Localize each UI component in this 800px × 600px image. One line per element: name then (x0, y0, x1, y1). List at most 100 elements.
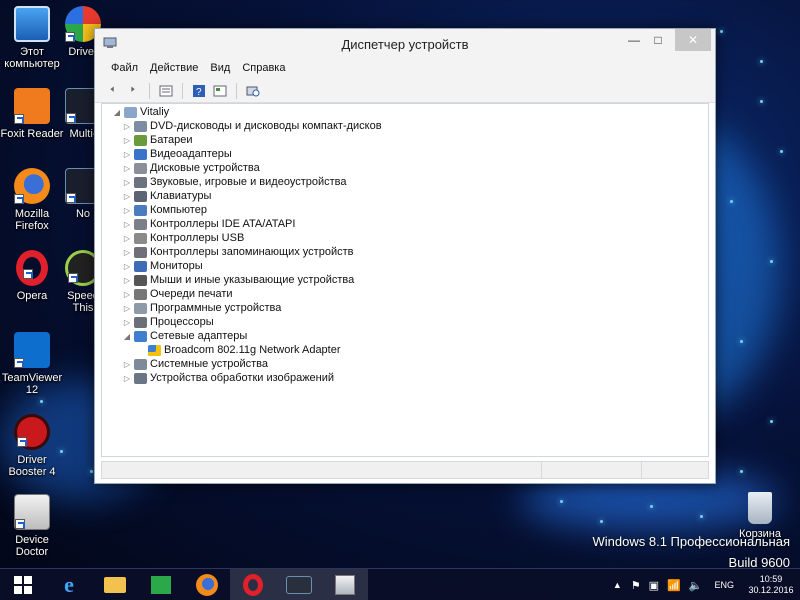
expand-arrow-icon[interactable]: ▷ (122, 136, 132, 145)
expand-arrow-icon[interactable]: ▷ (122, 178, 132, 187)
expand-arrow-icon[interactable]: ▷ (122, 304, 132, 313)
scan-hardware-icon[interactable] (244, 82, 262, 100)
svg-text:?: ? (196, 87, 202, 98)
device-category-icon (134, 372, 147, 384)
menu-view[interactable]: Вид (204, 59, 236, 79)
expand-arrow-icon[interactable]: ▷ (122, 360, 132, 369)
tree-category[interactable]: ▷ Дисковые устройства (102, 161, 708, 175)
sparkle (770, 260, 773, 263)
device-category-icon (134, 148, 147, 160)
refresh-icon[interactable] (211, 82, 229, 100)
tree-item-label: Системные устройства (150, 358, 269, 370)
menu-action[interactable]: Действие (144, 59, 204, 79)
tree-root[interactable]: ◢ Vitaliy (102, 105, 708, 119)
tree-item-label: Видеоадаптеры (150, 148, 232, 160)
tree-category[interactable]: ▷ Звуковые, игровые и видеоустройства (102, 175, 708, 189)
toolbar-separator (182, 82, 183, 99)
close-button[interactable]: ✕ (675, 29, 711, 51)
action-center-flag-icon[interactable]: ⚑ (627, 579, 645, 592)
tree-category[interactable]: ▷ Программные устройства (102, 301, 708, 315)
tree-item-label: Контроллеры IDE ATA/ATAPI (150, 218, 296, 230)
tree-category[interactable]: ▷ Контроллеры запоминающих устройств (102, 245, 708, 259)
expand-arrow-icon[interactable]: ▷ (122, 374, 132, 383)
taskbar-nox[interactable] (276, 568, 322, 600)
sparkle (720, 30, 723, 33)
desktop-icon-driver-booster[interactable]: Driver Booster 4 (0, 414, 64, 478)
sparkle (560, 500, 563, 503)
desktop-icon-foxit[interactable]: Foxit Reader (0, 88, 64, 140)
network-icon[interactable]: 📶 (663, 579, 685, 592)
tree-category[interactable]: ▷ Системные устройства (102, 357, 708, 371)
desktop-icon-firefox[interactable]: Mozilla Firefox (0, 168, 64, 232)
tree-category[interactable]: ▷ Батареи (102, 133, 708, 147)
expand-arrow-icon[interactable]: ▷ (122, 248, 132, 257)
forward-icon[interactable]: 🢒 (124, 82, 142, 100)
input-language[interactable]: ENG (706, 580, 742, 590)
show-hidden-icons-icon[interactable]: ▲ (608, 580, 627, 590)
tree-item-label: Контроллеры USB (150, 232, 245, 244)
expand-arrow-icon[interactable]: ▷ (122, 262, 132, 271)
window-titlebar[interactable]: Диспетчер устройств — □ ✕ (95, 29, 715, 59)
tree-category[interactable]: ▷ Мониторы (102, 259, 708, 273)
taskbar: e ▲ ⚑ ▣ 📶 🔈 ENG 10:59 30.12.2016 (0, 568, 800, 600)
start-button[interactable] (0, 569, 46, 600)
maximize-button[interactable]: □ (643, 29, 673, 51)
taskbar-file-explorer[interactable] (92, 569, 138, 600)
expand-arrow-icon[interactable]: ▷ (122, 164, 132, 173)
taskbar-internet-explorer[interactable]: e (46, 569, 92, 600)
opera-icon (243, 573, 263, 596)
expand-arrow-icon[interactable]: ▷ (122, 290, 132, 299)
expand-arrow-icon[interactable]: ▷ (122, 122, 132, 131)
desktop-icon-recycle-bin[interactable]: Корзина (728, 492, 792, 540)
expand-arrow-icon[interactable]: ▷ (122, 150, 132, 159)
device-category-icon (134, 358, 147, 370)
os-watermark: Windows 8.1 Профессиональная Build 9600 (593, 534, 790, 570)
expand-arrow-icon[interactable]: ▷ (122, 234, 132, 243)
menu-help[interactable]: Справка (236, 59, 291, 79)
taskbar-firefox[interactable] (184, 569, 230, 600)
desktop-icon-opera[interactable]: Opera (0, 250, 64, 302)
help-icon[interactable]: ? (190, 82, 208, 100)
desktop-icon-teamviewer[interactable]: TeamViewer 12 (0, 332, 64, 396)
tree-category[interactable]: ▷ DVD-дисководы и дисководы компакт-диско… (102, 119, 708, 133)
expand-arrow-icon[interactable]: ▷ (122, 220, 132, 229)
tree-category[interactable]: ▷ Видеоадаптеры (102, 147, 708, 161)
tree-category[interactable]: ▷ Устройства обработки изображений (102, 371, 708, 385)
tree-category[interactable]: ▷ Контроллеры IDE ATA/ATAPI (102, 217, 708, 231)
device-category-icon (134, 120, 147, 132)
back-icon[interactable]: 🢐 (103, 82, 121, 100)
tree-device[interactable]: Broadcom 802.11g Network Adapter (102, 343, 708, 357)
taskbar-opera[interactable] (230, 568, 276, 600)
status-pane (542, 462, 642, 478)
tree-category[interactable]: ▷ Процессоры (102, 315, 708, 329)
device-tree[interactable]: ◢ Vitaliy ▷ DVD-дисководы и дисководы ком… (101, 103, 709, 457)
expand-arrow-icon[interactable]: ▷ (122, 318, 132, 327)
os-edition: Windows 8.1 Профессиональная (592, 534, 790, 549)
expand-arrow-icon[interactable]: ▷ (122, 192, 132, 201)
menu-file[interactable]: Файл (105, 59, 144, 79)
power-icon[interactable]: ▣ (645, 579, 663, 592)
teamviewer-icon (14, 332, 50, 368)
expand-arrow-icon[interactable]: ▷ (122, 206, 132, 215)
tree-category[interactable]: ▷ Очереди печати (102, 287, 708, 301)
tree-item-label: Очереди печати (150, 288, 233, 300)
tree-category[interactable]: ▷ Компьютер (102, 203, 708, 217)
taskbar-device-manager[interactable] (322, 568, 368, 600)
device-manager-window[interactable]: Диспетчер устройств — □ ✕ Файл Действие … (94, 28, 716, 484)
clock[interactable]: 10:59 30.12.2016 (742, 574, 800, 596)
device-category-icon (134, 162, 147, 174)
tree-category[interactable]: ▷ Клавиатуры (102, 189, 708, 203)
desktop-icon-this-pc[interactable]: Этот компьютер (0, 6, 64, 70)
tree-category[interactable]: ▷ Мыши и иные указывающие устройства (102, 273, 708, 287)
volume-icon[interactable]: 🔈 (685, 579, 707, 592)
desktop-icon-device-doctor[interactable]: Device Doctor (0, 494, 64, 558)
expand-arrow-icon[interactable]: ▷ (122, 276, 132, 285)
tree-category[interactable]: ◢ Сетевые адаптеры (102, 329, 708, 343)
collapse-arrow-icon[interactable]: ◢ (112, 108, 122, 117)
taskbar-store[interactable] (138, 569, 184, 600)
properties-icon[interactable] (157, 82, 175, 100)
tree-category[interactable]: ▷ Контроллеры USB (102, 231, 708, 245)
collapse-arrow-icon[interactable]: ◢ (122, 332, 132, 341)
tree-item-label: Программные устройства (150, 302, 282, 314)
recycle-bin-icon (748, 492, 772, 524)
